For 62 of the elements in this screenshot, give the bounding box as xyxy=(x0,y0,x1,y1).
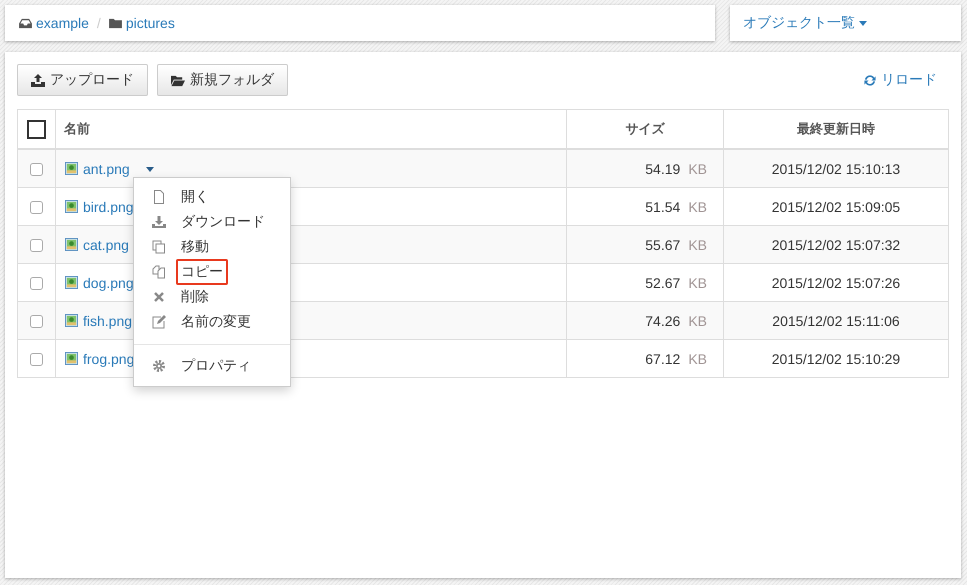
inbox-icon xyxy=(19,18,32,28)
size-unit: KB xyxy=(688,312,707,328)
file-link[interactable]: ant.png xyxy=(83,160,130,176)
new-folder-button[interactable]: 新規フォルダ xyxy=(157,64,288,96)
menu-item[interactable]: プロパティ xyxy=(176,352,256,378)
size-unit: KB xyxy=(688,236,707,252)
file-size: 74.26 xyxy=(645,312,680,328)
image-file-icon xyxy=(65,314,78,326)
file-size: 52.67 xyxy=(645,274,680,290)
row-checkbox[interactable] xyxy=(30,277,43,290)
refresh-icon xyxy=(863,74,877,86)
menu-item[interactable]: 削除 xyxy=(176,284,214,310)
select-all-checkbox[interactable] xyxy=(27,120,46,138)
file-icon xyxy=(152,190,166,204)
size-unit: KB xyxy=(688,160,707,176)
row-checkbox[interactable] xyxy=(30,201,43,214)
menu-item[interactable]: ダウンロード xyxy=(176,208,270,234)
menu-item[interactable]: 移動 xyxy=(176,234,214,260)
row-checkbox[interactable] xyxy=(30,239,43,252)
size-unit: KB xyxy=(688,198,707,214)
breadcrumb-link[interactable]: pictures xyxy=(108,15,175,31)
folder-icon xyxy=(108,18,122,28)
modified-date: 2015/12/02 15:10:13 xyxy=(724,149,948,188)
file-link[interactable]: fish.png xyxy=(83,312,132,328)
breadcrumb-separator: / xyxy=(96,15,101,31)
caret-icon[interactable] xyxy=(146,166,154,172)
menu-item[interactable]: コピー xyxy=(176,258,228,284)
image-file-icon xyxy=(65,162,78,174)
image-file-icon xyxy=(65,200,78,212)
image-file-icon xyxy=(65,352,78,364)
upload-icon xyxy=(31,74,45,86)
image-file-icon xyxy=(65,238,78,250)
duplicate-icon xyxy=(152,264,166,278)
modified-date: 2015/12/02 15:11:06 xyxy=(724,302,948,340)
row-checkbox[interactable] xyxy=(30,163,43,176)
file-size: 55.67 xyxy=(645,236,680,252)
row-checkbox[interactable] xyxy=(30,353,43,366)
file-link[interactable]: frog.png xyxy=(83,350,134,366)
menu-item[interactable]: 開く xyxy=(176,184,214,210)
edit-icon xyxy=(152,314,166,328)
file-link[interactable]: bird.png xyxy=(83,198,134,214)
file-link[interactable]: cat.png xyxy=(83,236,129,252)
caret-icon xyxy=(859,20,867,26)
row-checkbox[interactable] xyxy=(30,315,43,328)
file-link[interactable]: dog.png xyxy=(83,274,134,290)
folder-icon xyxy=(171,74,185,86)
reload-link[interactable]: リロード xyxy=(863,71,937,89)
breadcrumb-link[interactable]: example xyxy=(19,15,89,31)
settings-icon xyxy=(152,358,166,372)
modified-date: 2015/12/02 15:10:29 xyxy=(724,340,948,378)
modified-date: 2015/12/02 15:07:32 xyxy=(724,226,948,264)
close-icon xyxy=(152,290,166,304)
file-size: 54.19 xyxy=(645,160,680,176)
file-size: 51.54 xyxy=(645,198,680,214)
copy-icon xyxy=(152,240,166,254)
download-icon xyxy=(152,214,166,228)
size-unit: KB xyxy=(688,274,707,290)
size-unit: KB xyxy=(688,350,707,366)
image-file-icon xyxy=(65,276,78,288)
menu-item[interactable]: 名前の変更 xyxy=(176,308,256,334)
upload-button[interactable]: アップロード xyxy=(17,64,148,96)
file-size: 67.12 xyxy=(645,350,680,366)
